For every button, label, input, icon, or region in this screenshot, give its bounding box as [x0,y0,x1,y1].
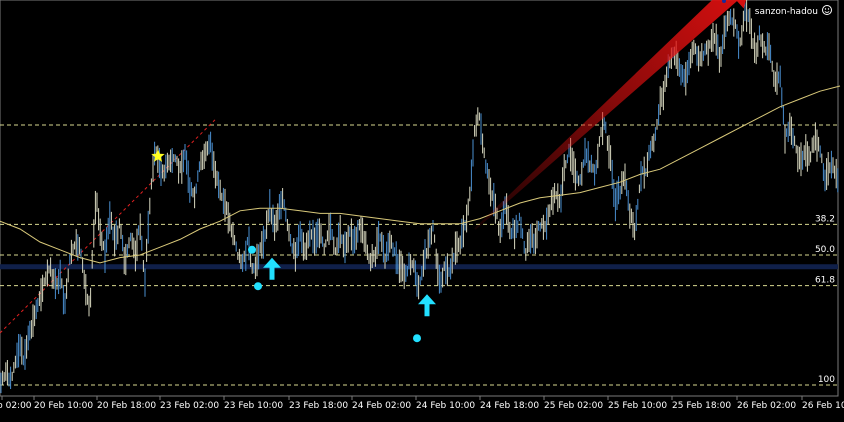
fib-level-label: 38.2 [815,214,835,224]
signal-dot-icon [254,282,262,291]
x-tick-label: 25 Feb 18:00 [672,401,731,411]
fib-level-label: 61.8 [815,276,835,286]
x-tick-label: 20 Feb 10:00 [34,401,93,411]
chart: 38.2 50.0 61.8 100 20 Feb 02:0020 Feb 10:00… [0,0,844,418]
x-tick-label: 20 Feb 18:00 [97,401,156,411]
signal-dot-icon [248,245,256,254]
chart-background [0,0,844,418]
x-tick-label: 24 Feb 02:00 [352,401,411,411]
x-tick-label: 20 Feb 02:00 [0,401,32,411]
x-tick-label: 26 Feb 10 [802,401,844,411]
x-tick-label: 24 Feb 18:00 [480,401,539,411]
x-tick-label: 25 Feb 10:00 [608,401,667,411]
fib-level-label: 50.0 [815,245,835,255]
watermark-label: sanzon-hadou [755,7,818,17]
price-chart-svg: 38.2 50.0 61.8 100 20 Feb 02:0020 Feb 10:00… [0,0,844,418]
x-tick-label: 23 Feb 10:00 [224,401,283,411]
x-tick-label: 23 Feb 18:00 [289,401,348,411]
x-tick-label: 26 Feb 02:00 [737,401,796,411]
fib-level-label: 100 [818,375,835,385]
x-tick-label: 24 Feb 10:00 [416,401,475,411]
x-tick-label: 23 Feb 02:00 [160,401,219,411]
signal-dot-icon [413,334,421,343]
x-tick-label: 25 Feb 02:00 [544,401,603,411]
